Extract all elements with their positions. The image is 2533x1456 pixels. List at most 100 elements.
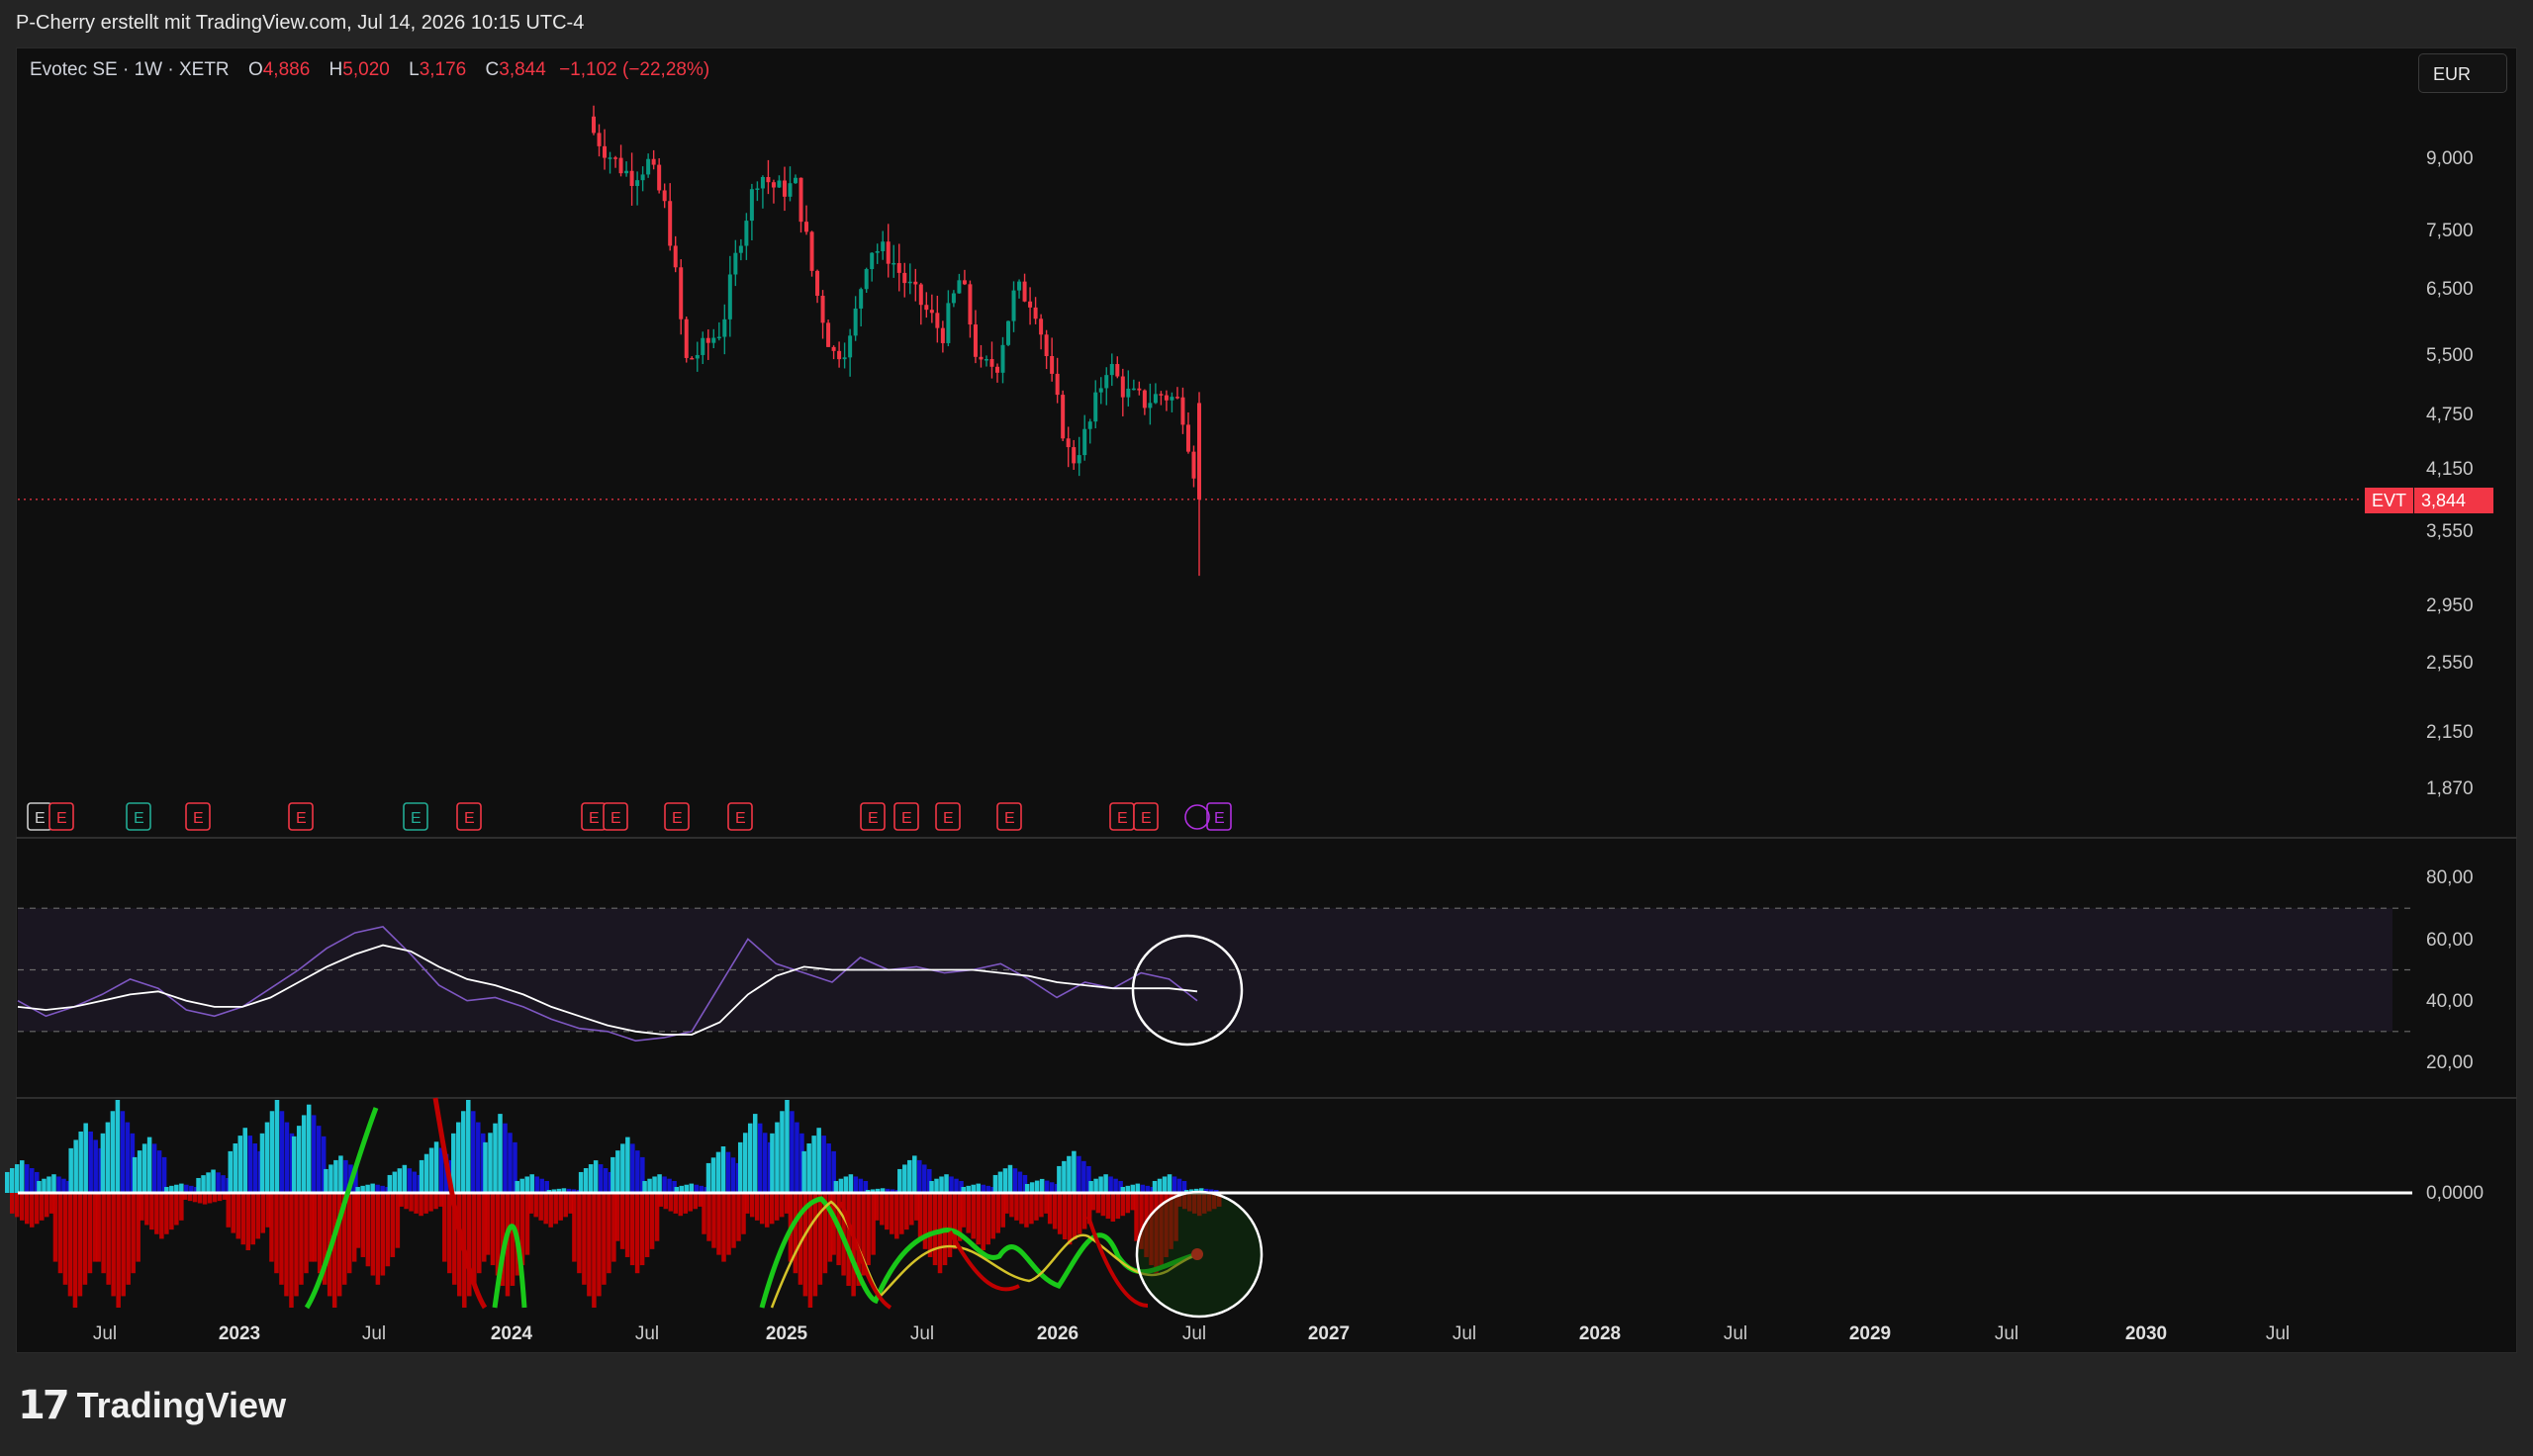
osc-positive-bar	[747, 1123, 753, 1193]
candle-body	[831, 346, 836, 351]
osc-negative-bar	[1125, 1193, 1131, 1214]
time-axis-tick: 2026	[1037, 1323, 1079, 1344]
osc-negative-bar	[1100, 1193, 1106, 1217]
osc-positive-bar	[471, 1111, 476, 1193]
osc-positive-bar	[1113, 1178, 1118, 1193]
osc-positive-bar	[939, 1176, 944, 1193]
candle-body	[826, 322, 831, 347]
osc-negative-bar	[688, 1193, 694, 1212]
earnings-marker-label: E	[1117, 810, 1128, 827]
osc-negative-bar	[1120, 1193, 1126, 1217]
osc-positive-bar	[488, 1133, 493, 1193]
osc-negative-bar	[607, 1193, 611, 1274]
osc-positive-bar	[10, 1167, 15, 1193]
osc-positive-bar	[949, 1176, 954, 1193]
osc-positive-bar	[483, 1141, 488, 1193]
currency-selector[interactable]: EUR	[2418, 53, 2507, 93]
osc-positive-bar	[801, 1150, 806, 1193]
candle-body	[804, 222, 809, 232]
time-axis-tick: Jul	[362, 1323, 386, 1344]
osc-positive-bar	[73, 1139, 78, 1193]
osc-positive-bar	[811, 1136, 816, 1193]
rsi-axis-tick: 20,00	[2426, 1052, 2474, 1073]
candle-body	[771, 182, 776, 188]
osc-positive-bar	[20, 1160, 25, 1193]
osc-positive-bar	[15, 1164, 20, 1193]
osc-negative-bar	[77, 1193, 83, 1297]
osc-positive-bar	[603, 1167, 609, 1193]
osc-negative-bar	[317, 1193, 323, 1274]
time-axis-tick: 2028	[1579, 1323, 1621, 1344]
price-tag-ticker: EVT	[2365, 488, 2414, 513]
osc-negative-bar	[880, 1193, 885, 1226]
osc-negative-bar	[101, 1193, 106, 1274]
osc-negative-bar	[1004, 1193, 1009, 1214]
osc-negative-bar	[10, 1193, 15, 1214]
osc-negative-bar	[966, 1193, 971, 1233]
osc-positive-bar	[259, 1133, 265, 1193]
candle-body	[1137, 388, 1142, 391]
osc-positive-bar	[151, 1143, 157, 1193]
price-axis-tick: 5,500	[2426, 345, 2474, 366]
osc-positive-bar	[534, 1176, 539, 1193]
candle-body	[749, 189, 754, 222]
candle-body	[995, 366, 999, 373]
osc-positive-bar	[1057, 1165, 1062, 1193]
tradingview-logo[interactable]: 17 TradingView	[18, 1381, 286, 1430]
candle-body	[1191, 451, 1196, 479]
osc-positive-bar	[311, 1115, 317, 1193]
osc-positive-bar	[1176, 1178, 1182, 1193]
osc-negative-bar	[299, 1193, 304, 1285]
candle-body	[733, 252, 738, 275]
osc-negative-bar	[981, 1193, 985, 1250]
osc-negative-bar	[1134, 1193, 1139, 1241]
candle-body	[1006, 320, 1011, 345]
osc-negative-bar	[875, 1193, 880, 1221]
osc-negative-bar	[490, 1193, 496, 1266]
osc-positive-bar	[47, 1176, 51, 1193]
earnings-marker-label: E	[35, 810, 46, 827]
osc-positive-bar	[242, 1128, 248, 1193]
osc-negative-bar	[207, 1193, 213, 1204]
osc-positive-bar	[515, 1180, 519, 1193]
osc-positive-bar	[132, 1156, 138, 1193]
price-axis-tick: 2,150	[2426, 722, 2474, 743]
chart-canvas[interactable]: 9,000 7,500 6,500 5,500 4,750 4,150 3,550 2,950…	[0, 0, 2533, 1456]
candle-body	[1000, 344, 1005, 373]
osc-negative-bar	[693, 1193, 699, 1210]
symbol-label[interactable]: Evotec SE · 1W · XETR	[30, 59, 230, 80]
osc-positive-bar	[68, 1147, 73, 1193]
osc-positive-bar	[610, 1156, 615, 1193]
candle-body	[1055, 373, 1060, 396]
osc-negative-bar	[289, 1193, 294, 1308]
time-axis-tick: Jul	[635, 1323, 659, 1344]
osc-negative-bar	[793, 1193, 798, 1274]
time-axis-tick: Jul	[1453, 1323, 1476, 1344]
osc-negative-bar	[1047, 1193, 1053, 1225]
osc-negative-bar	[121, 1193, 126, 1297]
osc-negative-bar	[159, 1193, 164, 1239]
osc-positive-bar	[279, 1111, 285, 1193]
osc-positive-bar	[456, 1122, 461, 1193]
osc-negative-bar	[1077, 1193, 1082, 1234]
osc-negative-bar	[909, 1193, 914, 1226]
osc-negative-bar	[304, 1193, 309, 1274]
osc-positive-bar	[508, 1133, 513, 1193]
candle-body	[815, 270, 820, 297]
candle-body	[1115, 364, 1120, 377]
candle-body	[684, 318, 689, 358]
osc-negative-bar	[428, 1193, 433, 1212]
osc-positive-bar	[780, 1111, 785, 1193]
high-value: 5,020	[342, 59, 390, 80]
osc-negative-bar	[375, 1193, 381, 1285]
osc-positive-bar	[917, 1159, 922, 1193]
low-value: 3,176	[419, 59, 467, 80]
osc-negative-bar	[932, 1193, 938, 1266]
candle-body	[1077, 455, 1081, 464]
osc-positive-bar	[725, 1151, 731, 1193]
osc-positive-bar	[252, 1142, 258, 1193]
osc-negative-bar	[360, 1193, 366, 1257]
osc-negative-bar	[538, 1193, 543, 1221]
candle-body	[1180, 397, 1185, 425]
high-label: H	[328, 59, 343, 80]
